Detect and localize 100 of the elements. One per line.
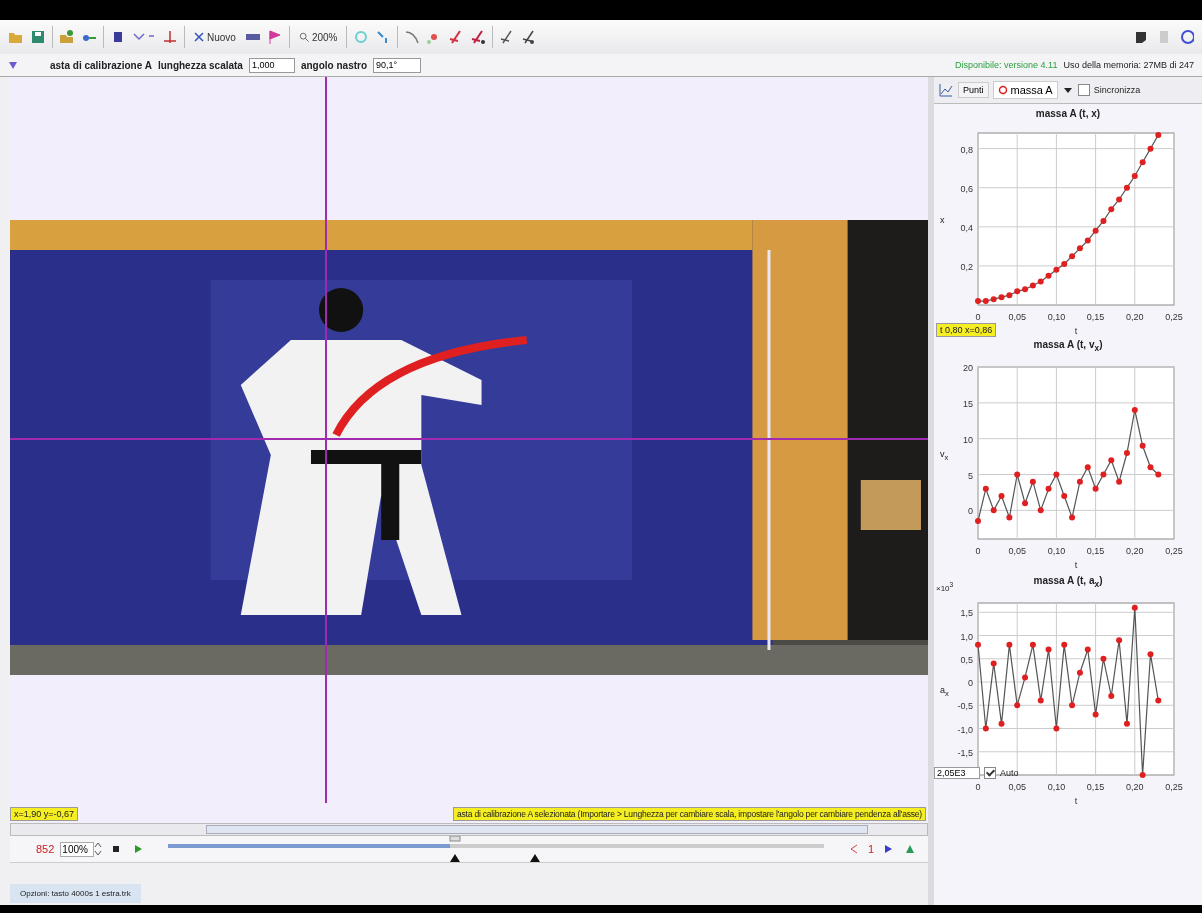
- data-point[interactable]: [1084, 237, 1091, 244]
- save-icon[interactable]: [30, 29, 46, 45]
- data-point[interactable]: [1076, 669, 1083, 676]
- data-point[interactable]: [1147, 145, 1154, 152]
- data-point[interactable]: [1076, 245, 1083, 252]
- data-point[interactable]: [990, 660, 997, 667]
- scrollbar[interactable]: [10, 823, 928, 836]
- auto-label[interactable]: Auto: [1000, 768, 1019, 778]
- data-point[interactable]: [1045, 272, 1052, 279]
- points-button[interactable]: Punti: [958, 82, 989, 98]
- data-point[interactable]: [1053, 266, 1060, 273]
- data-point[interactable]: [1006, 514, 1013, 521]
- data-point[interactable]: [975, 518, 981, 525]
- length-field[interactable]: 1,000: [248, 57, 295, 73]
- data-point[interactable]: [982, 485, 989, 492]
- flag-icon[interactable]: [266, 29, 283, 45]
- data-point[interactable]: [1045, 646, 1052, 653]
- data-point[interactable]: [1155, 697, 1162, 704]
- chart-icon[interactable]: [938, 82, 954, 98]
- data-point[interactable]: [1123, 184, 1130, 191]
- slider-thumb[interactable]: [449, 836, 462, 862]
- data-point[interactable]: [982, 725, 989, 732]
- data-point[interactable]: [1155, 471, 1162, 478]
- data-point[interactable]: [1131, 604, 1138, 611]
- data-point[interactable]: [1092, 711, 1099, 718]
- data-point[interactable]: [990, 507, 997, 514]
- data-point[interactable]: [1061, 493, 1068, 499]
- import-icon[interactable]: [59, 29, 75, 45]
- data-point[interactable]: [1069, 702, 1076, 709]
- step-forward-icon[interactable]: [883, 844, 893, 854]
- data-point[interactable]: [1139, 772, 1146, 778]
- help-icon[interactable]: [1178, 29, 1194, 45]
- data-point[interactable]: [1100, 471, 1107, 478]
- data-point[interactable]: [1053, 471, 1060, 478]
- data-point[interactable]: [990, 296, 997, 303]
- angle-field[interactable]: 90,1°: [373, 57, 422, 73]
- data-point[interactable]: [975, 641, 981, 648]
- track-selector[interactable]: massa A: [992, 81, 1058, 99]
- data-point[interactable]: [982, 298, 989, 305]
- pen-icon[interactable]: [470, 29, 487, 45]
- data-point[interactable]: [1155, 131, 1162, 138]
- data-point[interactable]: [1069, 253, 1076, 260]
- data-point[interactable]: [1092, 227, 1099, 234]
- data-point[interactable]: [1116, 196, 1123, 203]
- data-point[interactable]: [1147, 651, 1154, 658]
- data-point[interactable]: [1029, 641, 1036, 648]
- stop-icon[interactable]: [111, 844, 122, 854]
- data-point[interactable]: [1092, 485, 1099, 492]
- data-point[interactable]: [1022, 286, 1029, 293]
- step-back-icon[interactable]: [848, 844, 859, 854]
- data-point[interactable]: [998, 493, 1005, 499]
- data-point[interactable]: [1022, 674, 1029, 681]
- axes-icon[interactable]: [162, 29, 178, 45]
- data-point[interactable]: [1037, 507, 1044, 514]
- data-point[interactable]: [1131, 407, 1138, 413]
- data-point[interactable]: [1029, 478, 1036, 485]
- data-point[interactable]: [1076, 478, 1083, 485]
- data-point[interactable]: [1084, 646, 1091, 653]
- sync-label[interactable]: Sincronizza: [1093, 85, 1141, 95]
- data-point[interactable]: [1139, 442, 1146, 449]
- data-point[interactable]: [1022, 500, 1029, 507]
- scale-field[interactable]: 2,05E3: [934, 767, 980, 779]
- data-point[interactable]: [998, 720, 1005, 727]
- data-point[interactable]: [1108, 457, 1115, 464]
- data-point[interactable]: [1108, 692, 1115, 699]
- data-point[interactable]: [1147, 464, 1154, 471]
- spinner-icon[interactable]: [94, 841, 103, 857]
- data-point[interactable]: [1108, 206, 1115, 213]
- data-point[interactable]: [1014, 288, 1021, 295]
- data-point[interactable]: [1139, 159, 1146, 166]
- data-point[interactable]: [1116, 637, 1123, 644]
- data-point[interactable]: [1006, 292, 1013, 299]
- data-point[interactable]: [998, 294, 1005, 301]
- data-point[interactable]: [1100, 655, 1107, 662]
- data-point[interactable]: [1037, 278, 1044, 285]
- data-point[interactable]: [1084, 464, 1091, 471]
- data-point[interactable]: [1037, 697, 1044, 704]
- data-point[interactable]: [1123, 720, 1130, 727]
- data-point[interactable]: [1053, 725, 1060, 732]
- data-point[interactable]: [1061, 641, 1068, 648]
- data-point[interactable]: [1029, 282, 1036, 289]
- data-point[interactable]: [975, 298, 981, 305]
- data-point[interactable]: [1014, 702, 1021, 709]
- path-icon[interactable]: [404, 29, 421, 45]
- data-point[interactable]: [1116, 478, 1123, 485]
- new-track-button[interactable]: Nuovo: [191, 29, 239, 45]
- sync-checkbox[interactable]: [1077, 84, 1090, 96]
- zoom-button[interactable]: 200%: [295, 29, 341, 45]
- data-point[interactable]: [1014, 471, 1021, 478]
- data-point[interactable]: [1006, 641, 1013, 648]
- data-point[interactable]: [1045, 485, 1052, 492]
- loop-icon[interactable]: [905, 844, 915, 854]
- data-point[interactable]: [1131, 173, 1138, 179]
- step-size[interactable]: 1: [867, 843, 874, 855]
- auto-checkbox[interactable]: [984, 767, 996, 779]
- data-point[interactable]: [1069, 514, 1076, 521]
- data-point[interactable]: [1100, 217, 1107, 224]
- play-icon[interactable]: [133, 844, 144, 854]
- data-point[interactable]: [1123, 450, 1130, 456]
- rate-field[interactable]: 100%: [60, 841, 95, 857]
